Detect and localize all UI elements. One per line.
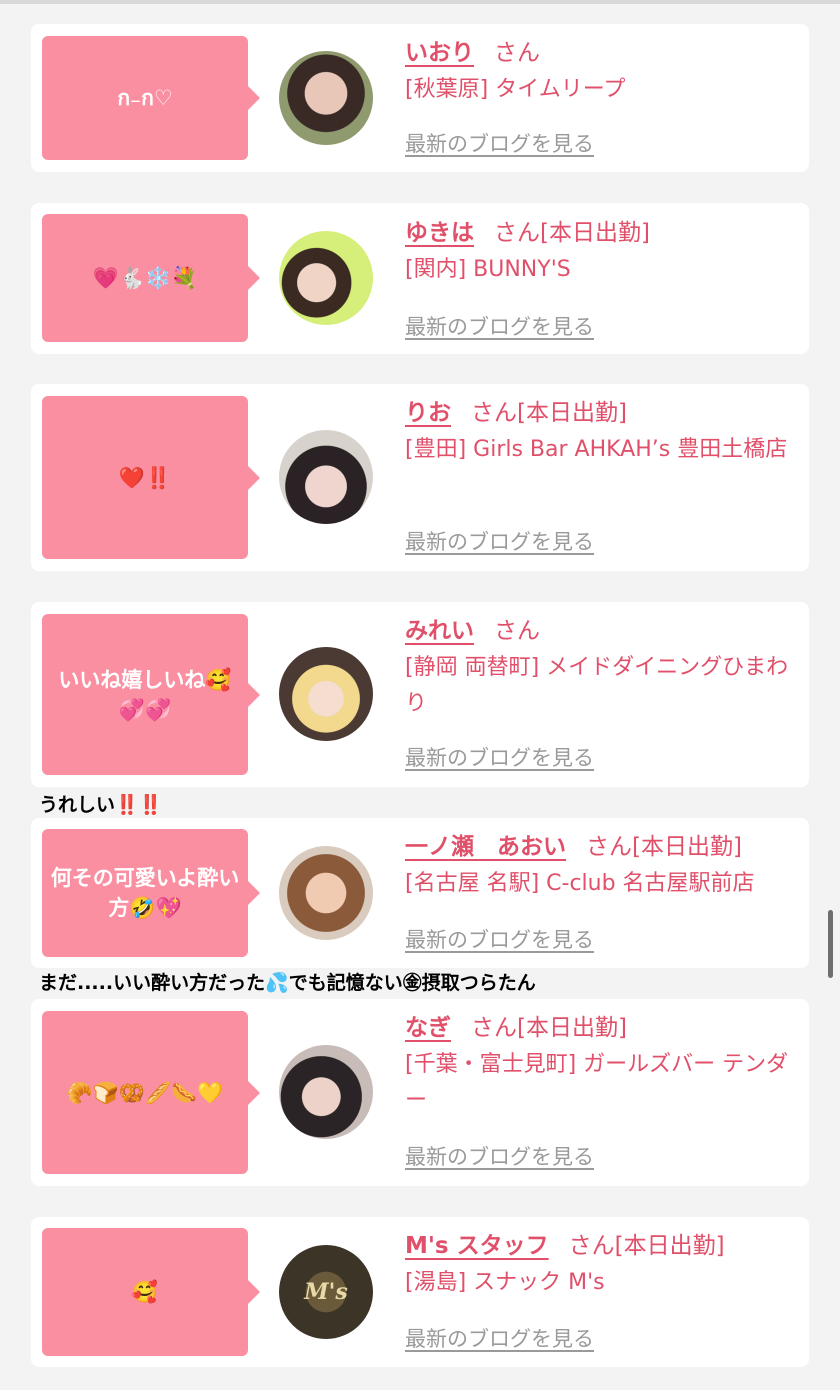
attendance-badge: [本日出勤] — [632, 834, 742, 860]
shop-name[interactable]: [豊田] Girls Bar AHKAH’s 豊田土橋店 — [405, 432, 793, 468]
shop-name[interactable]: [静岡 両替町] メイドダイニングひまわり — [405, 650, 793, 722]
blog-card: ❤️‼️ りお さん[本日出勤] [豊田] Girls Bar AHKAH’s 豊… — [31, 384, 809, 571]
cast-name-link[interactable]: みれい — [405, 618, 474, 644]
honorific: さん — [586, 834, 632, 860]
shop-name[interactable]: [千葉・富士見町] ガールズバー テンダー — [405, 1047, 793, 1119]
comment-emoji: ‼️‼️ — [115, 794, 163, 816]
scrollbar[interactable] — [828, 910, 833, 978]
attendance-badge: [本日出勤] — [614, 1233, 725, 1259]
cast-name-link[interactable]: いおり — [405, 40, 474, 66]
avatar[interactable] — [279, 647, 373, 741]
cast-name-link[interactable]: なぎ — [405, 1015, 451, 1041]
user-comment: まだ.....いい酔い方だった💦でも記憶ない㊎摂取つらたん — [39, 969, 536, 997]
avatar[interactable] — [279, 1045, 373, 1139]
honorific: さん — [568, 1233, 615, 1259]
message-text: ก₋ก♡ — [117, 86, 173, 110]
message-bubble: 💗🐇❄️💐 — [42, 214, 260, 342]
latest-blog-link[interactable]: 最新のブログを見る — [405, 742, 594, 772]
attendance-badge: [本日出勤] — [517, 1015, 627, 1041]
blog-card: ก₋ก♡ いおり さん [秋葉原] タイムリープ 最新のブログを見る — [31, 24, 809, 172]
cast-name-link[interactable]: M's スタッフ — [405, 1233, 549, 1259]
shop-name[interactable]: [関内] BUNNY'S — [405, 252, 793, 288]
top-divider — [0, 0, 840, 4]
blog-card: 🥰 M's M's スタッフ さん[本日出勤] [湯島] スナック M's 最新の… — [31, 1217, 809, 1367]
message-bubble: 何その可愛いよ酔い方🤣💖 — [42, 829, 260, 957]
avatar[interactable] — [279, 51, 373, 145]
shop-name[interactable]: [湯島] スナック M's — [405, 1265, 793, 1301]
user-comment: うれしい‼️‼️ — [39, 791, 162, 819]
message-bubble: ก₋ก♡ — [42, 36, 260, 160]
latest-blog-link[interactable]: 最新のブログを見る — [405, 128, 594, 158]
attendance-badge: [本日出勤] — [517, 400, 627, 426]
avatar[interactable] — [279, 430, 373, 524]
blog-card: 何その可愛いよ酔い方🤣💖 一ノ瀬 あおい さん[本日出勤] [名古屋 名駅] C-… — [31, 818, 809, 968]
latest-blog-link[interactable]: 最新のブログを見る — [405, 1141, 594, 1171]
avatar[interactable] — [279, 846, 373, 940]
message-text: 何その可愛いよ酔い方🤣💖 — [50, 866, 240, 920]
honorific: さん — [494, 40, 540, 66]
message-text: 🥰 — [131, 1280, 159, 1304]
comment-text: まだ.....いい酔い方だった💦でも記憶ない㊎摂取つらたん — [39, 972, 536, 994]
avatar[interactable]: M's — [279, 1245, 373, 1339]
message-bubble: ❤️‼️ — [42, 396, 260, 559]
avatar-logo-text: M's — [304, 1279, 348, 1305]
message-text: 💗🐇❄️💐 — [92, 266, 198, 290]
cast-name-link[interactable]: ゆきは — [405, 220, 474, 246]
honorific: さん — [494, 220, 540, 246]
cast-name-link[interactable]: りお — [405, 400, 451, 426]
shop-name[interactable]: [秋葉原] タイムリープ — [405, 72, 793, 108]
honorific: さん — [471, 400, 517, 426]
comment-text: うれしい — [39, 794, 116, 816]
shop-name[interactable]: [名古屋 名駅] C-club 名古屋駅前店 — [405, 866, 793, 902]
blog-card: 💗🐇❄️💐 ゆきは さん[本日出勤] [関内] BUNNY'S 最新のブログを見る — [31, 203, 809, 354]
latest-blog-link[interactable]: 最新のブログを見る — [405, 924, 594, 954]
honorific: さん — [494, 618, 540, 644]
honorific: さん — [471, 1015, 517, 1041]
message-bubble: 🥐🍞🥨🥖🌭💛 — [42, 1011, 260, 1174]
message-bubble: 🥰 — [42, 1228, 260, 1356]
attendance-badge: [本日出勤] — [540, 220, 650, 246]
latest-blog-link[interactable]: 最新のブログを見る — [405, 311, 594, 341]
latest-blog-link[interactable]: 最新のブログを見る — [405, 526, 594, 556]
message-text: 🥐🍞🥨🥖🌭💛 — [66, 1080, 224, 1105]
avatar[interactable] — [279, 231, 373, 325]
message-text: ❤️‼️ — [118, 465, 172, 490]
message-text: いいね嬉しいね🥰💞💞 — [58, 667, 232, 722]
blog-card: いいね嬉しいね🥰💞💞 みれい さん [静岡 両替町] メイドダイニングひまわり 最… — [31, 602, 809, 787]
latest-blog-link[interactable]: 最新のブログを見る — [405, 1323, 594, 1353]
cast-name-link[interactable]: 一ノ瀬 あおい — [405, 834, 566, 860]
message-bubble: いいね嬉しいね🥰💞💞 — [42, 614, 260, 775]
blog-card: 🥐🍞🥨🥖🌭💛 なぎ さん[本日出勤] [千葉・富士見町] ガールズバー テンダー … — [31, 999, 809, 1186]
